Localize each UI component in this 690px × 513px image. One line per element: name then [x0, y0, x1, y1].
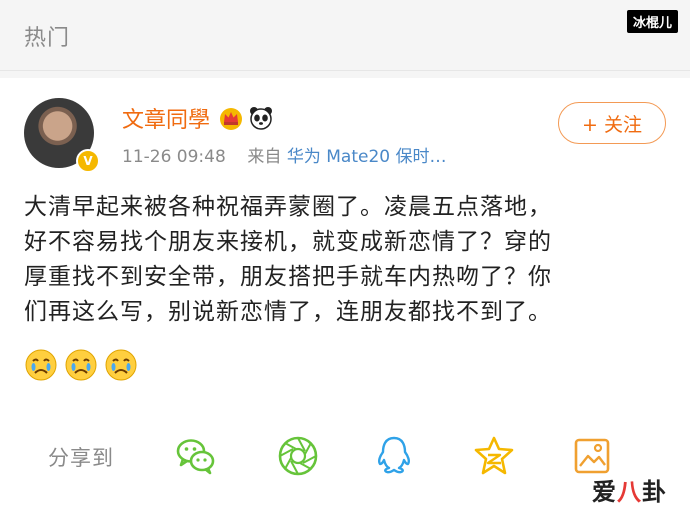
post-meta: 11-26 09:48 来自 华为 Mate20 保时… — [122, 142, 446, 167]
share-label: 分享到 — [48, 446, 114, 470]
post-text-line: 们再这么写，别说新恋情了，连朋友都找不到了。 — [24, 299, 552, 325]
post-text-line: 大清早起来被各种祝福弄蒙圈了。凌晨五点落地， — [24, 194, 552, 220]
name-row: 文章同學 — [122, 102, 274, 134]
post-text-line: 厚重找不到安全带，朋友搭把手就车内热吻了？你 — [24, 264, 552, 290]
device-link[interactable]: 华为 Mate20 保时… — [287, 147, 447, 167]
post-text: 大清早起来被各种祝福弄蒙圈了。凌晨五点落地， 好不容易找个朋友来接机，就变成新恋… — [24, 190, 674, 330]
crying-face-icon — [65, 349, 97, 381]
panda-icon — [250, 107, 273, 130]
username[interactable]: 文章同學 — [122, 102, 210, 134]
qzone-icon[interactable] — [472, 434, 516, 478]
share-row: 分享到 — [0, 430, 690, 480]
moments-icon[interactable] — [276, 434, 320, 478]
crying-face-icon — [25, 349, 57, 381]
crown-icon — [220, 108, 243, 130]
source-prefix: 来自 — [247, 147, 282, 167]
watermark-char: 爱 — [592, 478, 617, 506]
emoji-row — [24, 348, 138, 382]
avatar[interactable]: V — [24, 98, 100, 173]
watermark-top: 冰棍儿 — [626, 10, 678, 33]
qq-icon[interactable] — [372, 434, 416, 478]
crying-face-icon — [105, 349, 137, 381]
post-text-line: 好不容易找个朋友来接机，就变成新恋情了？穿的 — [24, 229, 552, 255]
post-card: V 文章同學 11-26 09:48 来自 华为 Mate20 保时… + 关注… — [0, 78, 690, 513]
watermark-char: 八 — [617, 478, 642, 506]
page-title[interactable]: 热门 — [24, 20, 70, 52]
wechat-icon[interactable] — [174, 434, 218, 478]
watermark-char: 卦 — [642, 478, 667, 506]
top-bar: 热门 冰棍儿 — [0, 0, 690, 71]
post-time: 11-26 09:48 — [122, 147, 226, 167]
follow-button[interactable]: + 关注 — [558, 102, 666, 144]
watermark-bottom: 爱八卦 — [592, 472, 667, 507]
verified-badge: V — [76, 149, 100, 173]
